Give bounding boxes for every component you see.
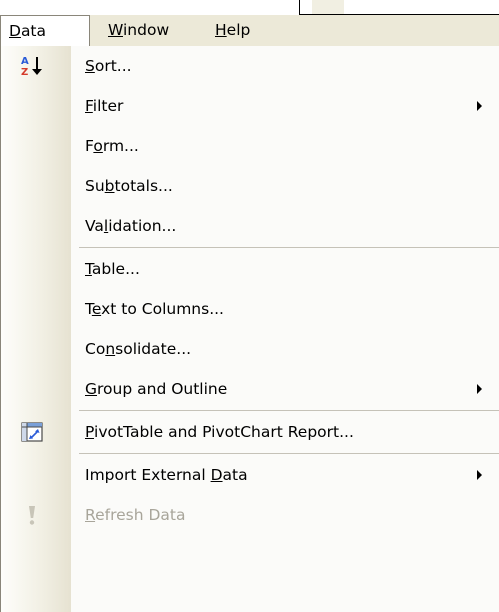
menu-item-import-external-data[interactable]: Import External Data — [1, 455, 499, 495]
validation-pre: Va — [85, 217, 104, 235]
ttc-pre: T — [85, 300, 92, 318]
window-top-strip — [0, 0, 499, 15]
menu-separator — [79, 247, 499, 248]
menu-item-import-external-data-label: Import External Data — [85, 455, 248, 495]
menubar-data-label: ata — [20, 22, 47, 40]
menu-item-table-label: Table... — [85, 249, 140, 289]
menu-item-validation-label: Validation... — [85, 206, 176, 246]
menu-item-subtotals-label: Subtotals... — [85, 166, 173, 206]
table-accesskey: T — [85, 260, 92, 278]
menu-item-filter[interactable]: Filter — [1, 86, 499, 126]
import-rest: ata — [222, 466, 248, 484]
form-rest: rm... — [102, 137, 139, 155]
pivot-rest: ivotTable and PivotChart Report... — [94, 423, 354, 441]
menu-item-validation[interactable]: Validation... — [1, 206, 499, 246]
menu-item-text-to-columns-label: Text to Columns... — [85, 289, 224, 329]
menu-item-pivottable-label: PivotTable and PivotChart Report... — [85, 412, 354, 452]
filter-accesskey: F — [85, 97, 93, 115]
menu-item-group-and-outline-label: Group and Outline — [85, 369, 227, 409]
menu-item-form-label: Form... — [85, 126, 139, 166]
submenu-arrow-icon — [477, 101, 482, 111]
svg-text:Z: Z — [21, 67, 28, 78]
menu-item-consolidate[interactable]: Consolidate... — [1, 329, 499, 369]
submenu-arrow-icon — [477, 470, 482, 480]
menubar-help[interactable]: Help — [207, 15, 258, 46]
menubar-data-accesskey: D — [9, 22, 21, 40]
filter-rest: ilter — [92, 97, 124, 115]
pivot-table-icon — [20, 420, 44, 444]
validation-rest: idation... — [108, 217, 177, 235]
menu-item-group-and-outline[interactable]: Group and Outline — [1, 369, 499, 409]
data-menu-dropdown: A Z Sort... Filter Form... Subtotals... … — [0, 46, 499, 612]
menu-item-table[interactable]: Table... — [1, 249, 499, 289]
subtotals-accesskey: b — [104, 177, 115, 195]
menu-item-refresh-data-label: Refresh Data — [85, 495, 185, 535]
sort-rest: ort... — [94, 57, 132, 75]
consolidate-pre: Co — [85, 340, 106, 358]
subtotals-pre: Su — [85, 177, 105, 195]
sort-accesskey: S — [85, 57, 95, 75]
menu-bar: Data Window Help — [0, 15, 499, 47]
import-accesskey: D — [210, 466, 223, 484]
svg-text:A: A — [21, 56, 29, 67]
menu-item-consolidate-label: Consolidate... — [85, 329, 191, 369]
menu-item-pivottable[interactable]: PivotTable and PivotChart Report... — [1, 412, 499, 452]
submenu-arrow-icon — [477, 384, 482, 394]
sort-ascending-icon: A Z — [20, 54, 44, 78]
pane-border — [299, 0, 300, 15]
refresh-accesskey: R — [85, 506, 96, 524]
group-accesskey: G — [85, 380, 98, 398]
consolidate-rest: solidate... — [115, 340, 192, 358]
refresh-exclamation-icon — [20, 503, 44, 527]
menu-item-text-to-columns[interactable]: Text to Columns... — [1, 289, 499, 329]
refresh-rest: efresh Data — [95, 506, 186, 524]
menu-item-refresh-data: Refresh Data — [1, 495, 499, 535]
menu-item-form[interactable]: Form... — [1, 126, 499, 166]
table-rest: able... — [91, 260, 140, 278]
ttc-accesskey: e — [91, 300, 102, 318]
menu-separator — [79, 410, 499, 411]
menu-item-subtotals[interactable]: Subtotals... — [1, 166, 499, 206]
menubar-help-accesskey: H — [215, 21, 227, 39]
menu-item-sort-label: Sort... — [85, 46, 132, 86]
menubar-window-accesskey: W — [108, 21, 123, 39]
menu-item-sort[interactable]: A Z Sort... — [1, 46, 499, 86]
consolidate-accesskey: n — [105, 340, 116, 358]
menubar-data[interactable]: Data — [0, 15, 90, 47]
menubar-window-label: indow — [123, 21, 170, 39]
ttc-rest: xt to Columns... — [101, 300, 224, 318]
import-pre: Import External — [85, 466, 211, 484]
menubar-help-label: elp — [226, 21, 251, 39]
subtotals-rest: totals... — [114, 177, 173, 195]
group-rest: roup and Outline — [97, 380, 228, 398]
menubar-window[interactable]: Window — [100, 15, 177, 46]
pane-cell — [312, 0, 344, 14]
menu-item-filter-label: Filter — [85, 86, 123, 126]
pivot-accesskey: P — [85, 423, 95, 441]
form-accesskey: o — [93, 137, 103, 155]
menu-separator — [79, 453, 499, 454]
